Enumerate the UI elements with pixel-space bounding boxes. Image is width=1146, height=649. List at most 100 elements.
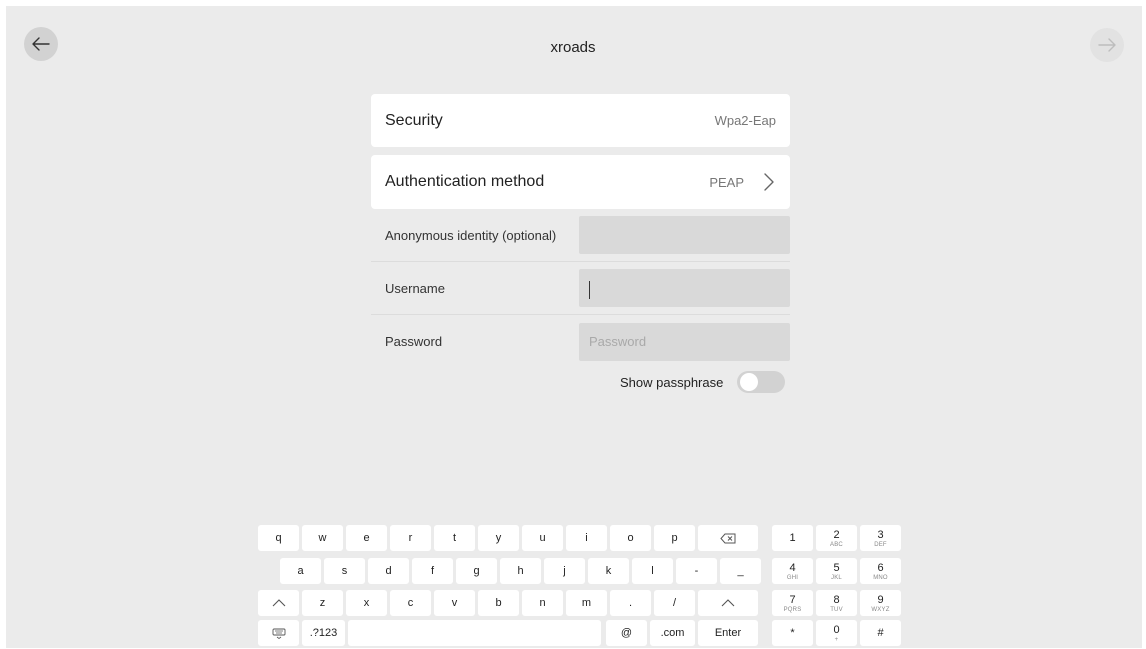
key-label: 3 [877, 528, 884, 541]
numpad-key-5[interactable]: 5 JKL [816, 558, 857, 584]
key-sublabel: JKL [831, 574, 842, 581]
key-label: r [408, 532, 413, 544]
numpad-key-6[interactable]: 6 MNO [860, 558, 901, 584]
key-label: s [341, 565, 348, 577]
anonymous-identity-label: Anonymous identity (optional) [385, 227, 557, 243]
key-sublabel: PQRS [783, 606, 802, 613]
key-label: * [790, 627, 795, 639]
key-label: 1 [789, 532, 796, 544]
key-t[interactable]: t [434, 525, 475, 551]
next-button[interactable] [1090, 28, 1124, 62]
key-label: 0 [833, 623, 840, 636]
key-label: h [517, 565, 524, 577]
shift-up-icon [721, 599, 735, 607]
username-input[interactable] [579, 269, 790, 307]
key-symbols[interactable]: .?123 [302, 620, 345, 646]
key-p[interactable]: p [654, 525, 695, 551]
key-label: t [452, 532, 457, 544]
key-z[interactable]: z [302, 590, 343, 616]
numpad-key-hash[interactable]: # [860, 620, 901, 646]
key-space[interactable] [348, 620, 601, 646]
key-label: y [495, 532, 502, 544]
key-label: 7 [789, 593, 796, 606]
key-s[interactable]: s [324, 558, 365, 584]
password-label: Password [385, 334, 443, 349]
show-passphrase-toggle[interactable] [737, 371, 786, 393]
keyboard-hide-icon [272, 628, 285, 639]
key-label: e [363, 532, 370, 544]
key-backspace[interactable] [698, 525, 758, 551]
show-passphrase-control: Show passphrase [620, 371, 786, 393]
numpad-key-7[interactable]: 7 PQRS [772, 590, 813, 616]
key-e[interactable]: e [346, 525, 387, 551]
key-q[interactable]: q [258, 525, 299, 551]
key-label: @ [620, 627, 633, 639]
page-title: xroads [550, 39, 596, 56]
key-x[interactable]: x [346, 590, 387, 616]
key-underscore[interactable]: _ [720, 558, 761, 584]
numpad-key-0[interactable]: 0 + [816, 620, 857, 646]
anonymous-identity-input[interactable] [579, 216, 790, 254]
numpad-key-8[interactable]: 8 TUV [816, 590, 857, 616]
key-k[interactable]: k [588, 558, 629, 584]
key-hyphen[interactable]: - [676, 558, 717, 584]
numpad-key-9[interactable]: 9 WXYZ [860, 590, 901, 616]
key-w[interactable]: w [302, 525, 343, 551]
key-b[interactable]: b [478, 590, 519, 616]
key-sublabel: MNO [873, 574, 888, 581]
key-period[interactable]: . [610, 590, 651, 616]
authentication-method-row[interactable]: Authentication method PEAP [371, 155, 790, 209]
key-label: n [539, 597, 546, 609]
key-sublabel: TUV [830, 606, 843, 613]
key-v[interactable]: v [434, 590, 475, 616]
numpad-key-2[interactable]: 2 ABC [816, 525, 857, 551]
key-d[interactable]: d [368, 558, 409, 584]
key-label: i [585, 532, 588, 544]
key-j[interactable]: j [544, 558, 585, 584]
key-label: 9 [877, 593, 884, 606]
key-slash[interactable]: / [654, 590, 695, 616]
authentication-method-label: Authentication method [385, 173, 545, 190]
key-label: f [430, 565, 435, 577]
key-h[interactable]: h [500, 558, 541, 584]
key-label: _ [737, 565, 744, 577]
key-dotcom[interactable]: .com [650, 620, 695, 646]
key-a[interactable]: a [280, 558, 321, 584]
key-label: 8 [833, 593, 840, 606]
backspace-icon [720, 533, 736, 543]
key-f[interactable]: f [412, 558, 453, 584]
numpad-key-star[interactable]: * [772, 620, 813, 646]
key-label: 4 [789, 561, 796, 574]
security-value: Wpa2-Eap [714, 113, 776, 128]
key-m[interactable]: m [566, 590, 607, 616]
username-row: Username [371, 262, 790, 315]
numpad-key-3[interactable]: 3 DEF [860, 525, 901, 551]
key-r[interactable]: r [390, 525, 431, 551]
key-y[interactable]: y [478, 525, 519, 551]
key-shift-left[interactable] [258, 590, 299, 616]
key-label: o [627, 532, 634, 544]
password-input[interactable] [579, 322, 790, 361]
numpad-key-1[interactable]: 1 [772, 525, 813, 551]
key-at[interactable]: @ [606, 620, 647, 646]
authentication-method-value: PEAP [709, 174, 744, 190]
key-sublabel: DEF [874, 541, 887, 548]
key-u[interactable]: u [522, 525, 563, 551]
key-label: z [319, 597, 326, 609]
key-o[interactable]: o [610, 525, 651, 551]
key-label: v [451, 597, 458, 609]
username-label: Username [385, 280, 445, 296]
key-label: m [581, 597, 592, 609]
key-l[interactable]: l [632, 558, 673, 584]
numpad-key-4[interactable]: 4 GHI [772, 558, 813, 584]
key-shift-right[interactable] [698, 590, 758, 616]
key-label: .?123 [309, 627, 338, 639]
key-label: a [297, 565, 304, 577]
key-i[interactable]: i [566, 525, 607, 551]
key-hide-keyboard[interactable] [258, 620, 299, 646]
key-n[interactable]: n [522, 590, 563, 616]
key-g[interactable]: g [456, 558, 497, 584]
key-label: w [318, 532, 327, 544]
key-c[interactable]: c [390, 590, 431, 616]
key-enter[interactable]: Enter [698, 620, 758, 646]
